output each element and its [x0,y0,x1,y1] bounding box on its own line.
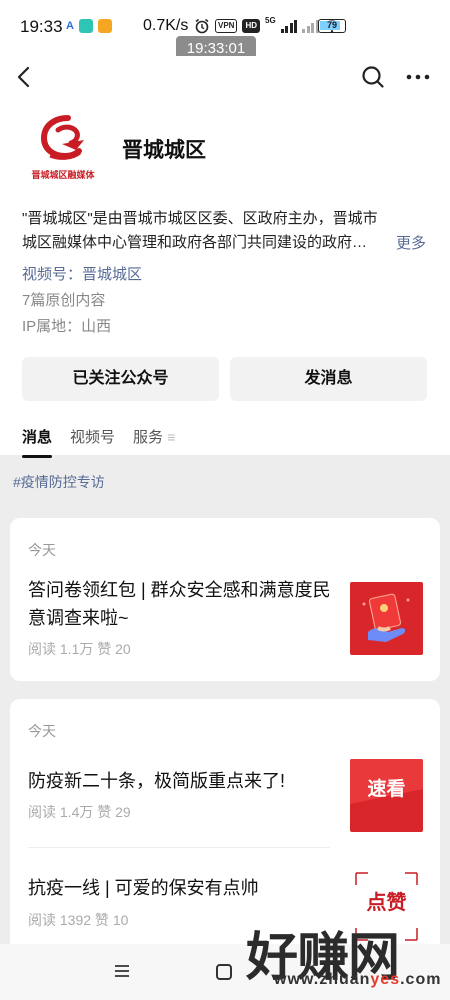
tab-messages[interactable]: 消息 [22,426,53,458]
original-count[interactable]: 7篇原创内容 [22,289,105,310]
thumb-label: 点赞 [367,891,407,914]
tab-services-label: 服务 [133,429,164,446]
account-profile: 晋城城区融媒体 晋城城区 "晋城城区"是由晋城市城区区委、区政府主办，晋城市城区… [0,100,450,458]
battery-icon: 79 [318,19,346,33]
status-time: 19:33 [20,17,63,36]
article-thumbnail[interactable]: 速看 [350,759,423,832]
back-button[interactable] [12,64,38,90]
channels-label: 视频号： [22,266,83,283]
article-stats: 阅读 1.1万 赞 20 [28,641,131,657]
topic-tag[interactable]: #疫情防控专访 [13,472,105,492]
logo-mark-icon [40,115,84,160]
red-envelope-icon [350,582,423,655]
account-logo: 晋城城区融媒体 [22,110,104,192]
signal-icon [280,19,298,33]
watermark-url-red: yes [370,971,401,988]
app-notes-icon [97,19,112,33]
logo-text: 晋城城区融媒体 [31,170,95,180]
net-speed: 0.7K/s [143,17,189,34]
description-more-link[interactable]: 更多 [396,232,426,253]
divider [28,847,330,848]
ip-location: IP属地：山西 [22,318,112,335]
quick-look-thumb-icon: 速看 [350,759,423,832]
article-card: 今天 答问卷领红包 | 群众安全感和满意度民意调查来啦~ 阅读 1.1万 赞 2… [10,518,440,681]
network-type: 5G [265,15,276,25]
nav-bar [0,56,450,100]
article-thumbnail[interactable] [350,582,423,655]
tab-channels[interactable]: 视频号 [70,426,115,447]
signal-2-icon [302,19,319,33]
account-description: "晋城城区"是由晋城市城区区委、区政府主办，晋城市城区融媒体中心管理和政府各部门… [22,210,378,251]
app-a-icon: A [66,20,74,32]
tab-services[interactable]: 服务 ≡ [133,426,175,447]
vpn-badge: VPN [215,19,238,33]
card-date: 今天 [28,723,56,739]
followed-button[interactable]: 已关注公众号 [22,357,219,401]
article-stats: 阅读 1.4万 赞 29 [28,804,131,820]
channels-value: 晋城城区 [82,266,143,283]
site-watermark: 好赚网 www.zhuanyes.com [246,915,446,995]
more-horizontal-icon[interactable] [404,64,432,90]
menu-icon: ≡ [167,429,176,445]
home-icon[interactable] [216,964,232,980]
account-name: 晋城城区 [122,139,206,162]
status-bar: 19:33 A 0.7K/s VPN HD 5G 79 19:33:01 [0,0,450,62]
card-date: 今天 [28,542,56,558]
profile-tabs: 消息 视频号 服务 ≡ [22,426,175,458]
notification-icons: A [66,19,112,33]
watermark-url: www.zhuanyes.com [274,971,441,989]
hd-badge: HD [242,19,261,33]
article-title[interactable]: 防疫新二十条，极简版重点来了! [28,767,338,795]
battery-level: 79 [326,20,337,30]
recent-apps-icon[interactable] [114,964,130,978]
app-send-icon [78,19,93,33]
article-title[interactable]: 抗疫一线 | 可爱的保安有点帅 [28,874,338,902]
search-icon[interactable] [360,64,386,90]
article-title[interactable]: 答问卷领红包 | 群众安全感和满意度民意调查来啦~ [28,576,338,632]
alarm-icon [195,18,209,34]
channels-row[interactable]: 视频号：晋城城区 [22,263,142,284]
article-stats: 阅读 1392 赞 10 [28,912,129,928]
send-message-button[interactable]: 发消息 [230,357,427,401]
watermark-url-suffix: .com [400,971,442,988]
thumb-label: 速看 [367,777,405,800]
watermark-url-prefix: www.zhuan [274,971,371,988]
